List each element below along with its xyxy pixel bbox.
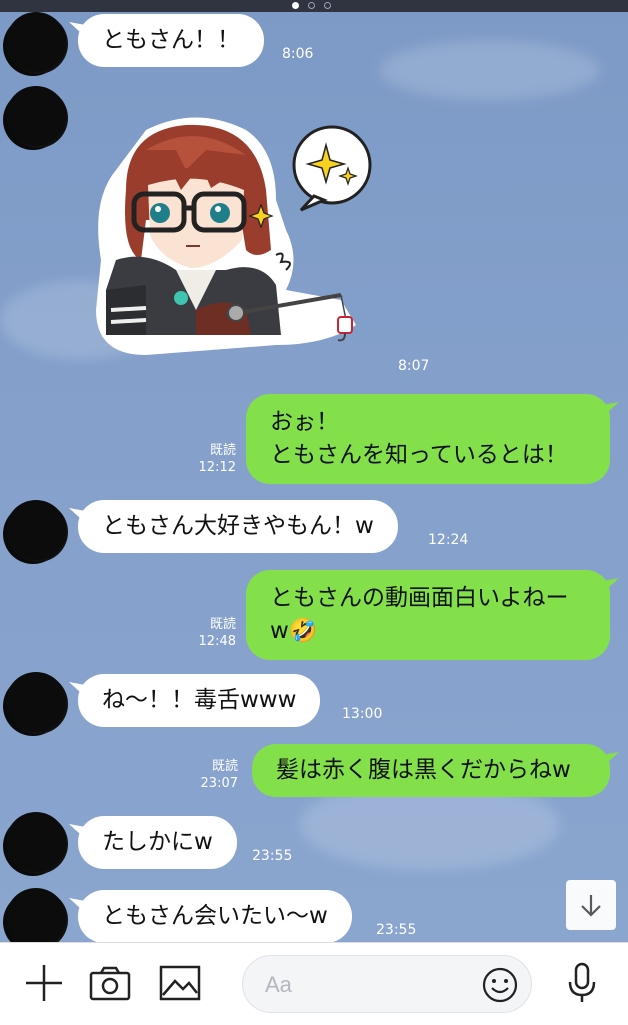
message-input[interactable] — [263, 966, 477, 1004]
message-time: 12:12 — [198, 460, 236, 475]
incoming-bubble[interactable]: ね〜！！毒舌www — [78, 674, 321, 727]
voice-button[interactable] — [560, 961, 604, 1005]
incoming-bubble[interactable]: ともさん会いたい〜w — [78, 890, 352, 942]
read-receipt: 既読 12:48 — [194, 616, 236, 650]
avatar[interactable] — [6, 812, 66, 872]
microphone-icon — [568, 962, 596, 1002]
page-dot — [308, 2, 315, 9]
anime-character-fishing-sticker[interactable] — [86, 110, 376, 360]
message-text: たしかにw — [102, 829, 213, 855]
message-line: ともさんの動画面白いよねー — [270, 585, 569, 611]
arrow-down-icon — [581, 895, 601, 917]
message-line: w🤣 — [270, 618, 318, 644]
outgoing-bubble[interactable]: ともさんの動画面白いよねー w🤣 — [246, 570, 610, 660]
message-text: ね〜！！毒舌www — [102, 687, 297, 713]
page-dot — [324, 2, 331, 9]
add-button[interactable] — [22, 961, 66, 1005]
camera-icon — [89, 966, 131, 1001]
incoming-bubble[interactable]: ともさん！！ — [78, 14, 264, 67]
message-line: ともさんを知っているとは！ — [270, 442, 568, 468]
message-time: 12:24 — [428, 532, 469, 548]
camera-button[interactable] — [88, 961, 132, 1005]
read-label: 既読 — [209, 617, 236, 632]
chat-area[interactable]: ともさん！！ 8:06 8:07 既読 12:12 おぉ！ ともさんを知っている… — [0, 0, 628, 942]
message-text: ともさん会いたい〜w — [102, 903, 328, 929]
avatar[interactable] — [6, 86, 66, 146]
input-bar — [0, 942, 628, 1025]
message-text: ともさん大好きやもん！w — [102, 513, 374, 539]
read-receipt: 既読 12:12 — [196, 442, 236, 476]
message-time: 8:06 — [282, 46, 314, 62]
avatar[interactable] — [6, 500, 66, 560]
plus-icon — [26, 965, 62, 1001]
avatar[interactable] — [6, 888, 66, 942]
read-label: 既読 — [211, 759, 238, 774]
message-time: 8:07 — [398, 358, 430, 374]
image-icon — [159, 965, 201, 1001]
bg-cloud — [380, 40, 600, 100]
message-input-box[interactable] — [242, 955, 532, 1013]
message-time: 23:55 — [376, 922, 417, 938]
message-time: 13:00 — [342, 706, 383, 722]
avatar[interactable] — [6, 672, 66, 732]
top-strip — [0, 0, 628, 12]
message-time: 12:48 — [198, 634, 236, 649]
image-button[interactable] — [158, 961, 202, 1005]
outgoing-bubble[interactable]: おぉ！ ともさんを知っているとは！ — [246, 394, 610, 484]
message-time: 23:55 — [252, 848, 293, 864]
message-time: 23:07 — [200, 776, 238, 791]
page-dot — [292, 2, 299, 9]
incoming-bubble[interactable]: ともさん大好きやもん！w — [78, 500, 398, 553]
message-text: 髪は赤く腹は黒くだからねw — [276, 757, 571, 783]
message-text: ともさん！！ — [102, 27, 240, 53]
read-label: 既読 — [209, 443, 236, 458]
read-receipt: 既読 23:07 — [196, 758, 238, 792]
message-line: おぉ！ — [270, 409, 339, 435]
avatar[interactable] — [6, 12, 66, 72]
incoming-bubble[interactable]: たしかにw — [78, 816, 237, 869]
scroll-to-bottom-button[interactable] — [566, 880, 616, 930]
page-indicator — [292, 2, 331, 9]
emoji-icon[interactable] — [481, 966, 519, 1004]
outgoing-bubble[interactable]: 髪は赤く腹は黒くだからねw — [252, 744, 610, 797]
